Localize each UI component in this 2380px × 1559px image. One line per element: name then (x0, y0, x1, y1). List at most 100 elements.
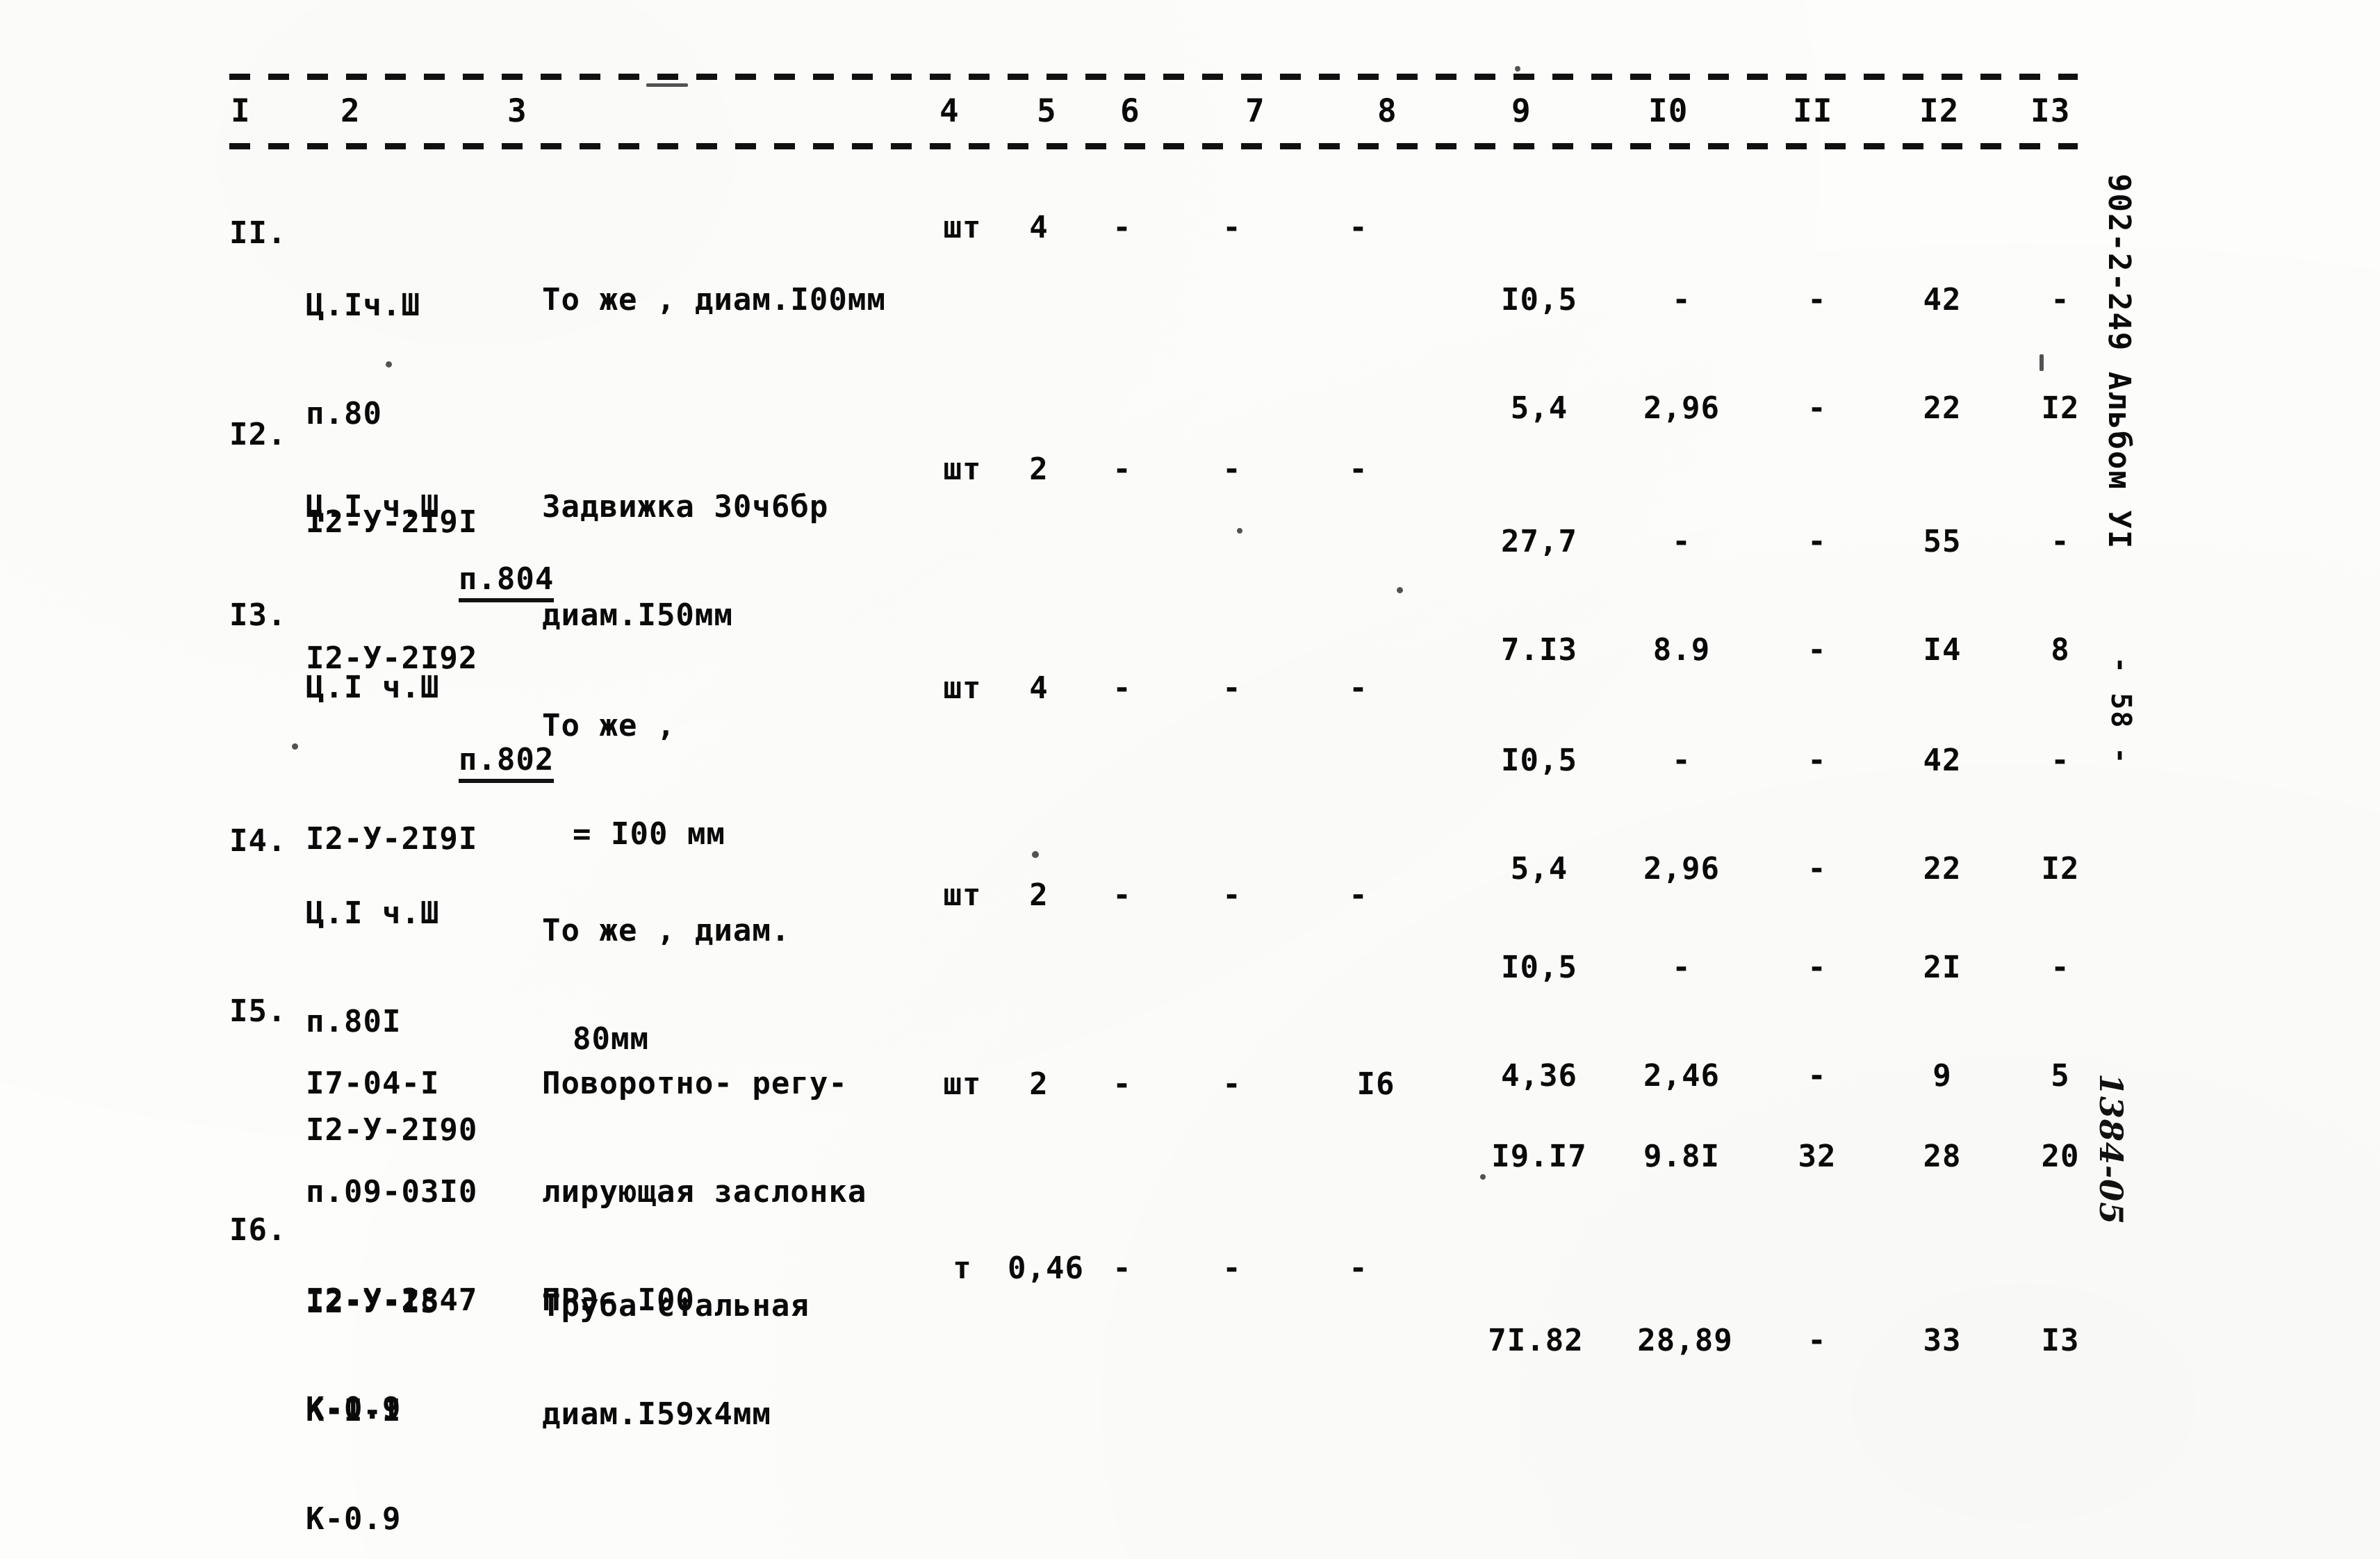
cell-col5: - (1113, 452, 1132, 487)
cell-col10: 28,89 (1616, 1251, 1755, 1503)
code-line: Ц.Iч.Ш (306, 288, 420, 323)
column-header-3: 3 (507, 92, 527, 129)
row-number: II. (229, 215, 287, 251)
code-line: I2-У-I5 (306, 1285, 440, 1320)
cell-col13-bottom: I2 (2041, 390, 2080, 426)
cell-col9-top: 27,7 (1501, 524, 1577, 559)
cell-col7: - (1349, 210, 1368, 245)
column-header-4: 4 (939, 92, 960, 129)
cell-col11-top: 32 (1798, 1139, 1837, 1174)
cell-col9-top: I0,5 (1501, 950, 1577, 985)
row-description: То же , диам.I00мм (542, 210, 886, 390)
cell-col13-top: I3 (2041, 1323, 2080, 1358)
cell-col11: - (1765, 1251, 1869, 1503)
cell-col11-bottom: - (1807, 632, 1827, 668)
header-rule-top (229, 74, 2078, 80)
cell-col10-bottom: 8.9 (1652, 632, 1711, 668)
row-unit: шт (943, 452, 982, 487)
cell-col7: - (1349, 452, 1368, 487)
row-code: I2-У-I5 К-I-I К-0.9 (306, 1212, 459, 1559)
code-line: п.804 (458, 561, 555, 602)
cell-col12-top: 28 (1923, 1139, 1962, 1174)
cell-col12-top: 42 (1923, 743, 1962, 778)
row-number: I3. (229, 597, 287, 633)
column-header-2: 2 (340, 92, 361, 129)
description-line: То же , диам.I00мм (542, 282, 886, 317)
cell-col9-top: 7I.82 (1488, 1323, 1584, 1358)
cell-col12-top: 2I (1923, 950, 1962, 985)
scanned-page: I 2 3 4 5 6 7 8 9 I0 II I2 I3 II. Ц.Iч.Ш… (0, 0, 2380, 1559)
code-line: п.802 (458, 742, 555, 783)
column-header-12: I2 (1919, 92, 1960, 129)
cell-col9: 7I.82 (1466, 1251, 1605, 1503)
cell-col10-top: 9.8I (1643, 1139, 1720, 1174)
cell-col11-top: - (1807, 282, 1827, 317)
cell-col10-bottom: 2,96 (1643, 390, 1720, 426)
margin-page-number: - 58 - (2105, 657, 2137, 766)
cell-col6: - (1222, 452, 1242, 487)
description-line: То же , диам. (542, 913, 791, 948)
handwritten-annotation: 1384-05 (2092, 1073, 2130, 1226)
column-header-8: 8 (1377, 92, 1397, 129)
code-line: К-0.9 (306, 1501, 402, 1537)
cell-col4: 2 (1029, 877, 1049, 913)
row-unit: шт (943, 877, 982, 913)
description-line: То же , (542, 708, 676, 743)
description-line: лирующая заслонка (542, 1174, 867, 1210)
code-line: I7-04-I (306, 1066, 440, 1101)
cell-col9-bottom: 7.I3 (1501, 632, 1577, 668)
row-number: I5. (229, 993, 287, 1029)
table-header: I 2 3 4 5 6 7 8 9 I0 II I2 I3 (229, 69, 2119, 153)
cell-col5: - (1113, 877, 1132, 913)
cell-col7: - (1349, 877, 1368, 913)
cell-col11-top: - (1807, 524, 1827, 559)
column-header-13: I3 (2030, 92, 2071, 129)
cell-col5: - (1113, 670, 1132, 706)
description-line: диам.I59х4мм (542, 1396, 771, 1432)
description-line: Задвижка 30ч6бр (542, 489, 829, 525)
cell-col5: - (1113, 1251, 1132, 1286)
cell-col13-top: - (2051, 282, 2070, 317)
column-header-1: I (231, 92, 251, 129)
column-header-11: II (1793, 92, 1833, 129)
cell-col7: - (1349, 670, 1368, 706)
description-line: диам.I50мм (542, 597, 733, 633)
cell-col13-bottom: 8 (2051, 632, 2070, 668)
code-line: п.09-03I0 (306, 1174, 478, 1210)
column-header-10: I0 (1648, 92, 1689, 129)
cell-col12: 33 (1890, 1251, 1994, 1503)
cell-col7: - (1349, 1251, 1368, 1286)
row-unit: шт (943, 670, 982, 706)
cell-col13-top: - (2051, 524, 2070, 559)
cell-col12-top: 33 (1923, 1323, 1962, 1358)
cell-col4: 4 (1029, 210, 1049, 245)
row-number: I4. (229, 823, 287, 859)
cell-col10-top: - (1672, 282, 1691, 317)
cell-col11-bottom: - (1807, 390, 1827, 426)
cell-col12-top: 55 (1923, 524, 1962, 559)
code-line: Ц.I ч.Ш (306, 896, 440, 931)
cell-col10-top: 28,89 (1637, 1323, 1733, 1358)
cell-col10-top: - (1672, 950, 1691, 985)
cell-col11-top: - (1807, 950, 1827, 985)
cell-col6: - (1222, 210, 1242, 245)
code-line: К-I-I (306, 1393, 402, 1428)
cell-col9-top: I0,5 (1501, 743, 1577, 778)
table-sheet: I 2 3 4 5 6 7 8 9 I0 II I2 I3 II. Ц.Iч.Ш… (229, 69, 2119, 1537)
row-number: I2. (229, 417, 287, 452)
cell-col6: - (1222, 670, 1242, 706)
cell-col5: - (1113, 1066, 1132, 1102)
cell-col12-bottom: 22 (1923, 390, 1962, 426)
cell-col4: 4 (1029, 670, 1049, 706)
cell-col9-top: I9.I7 (1491, 1139, 1587, 1174)
description-line: Труба стальная (542, 1288, 810, 1323)
row-number: I6. (229, 1212, 287, 1248)
cell-col4: 2 (1029, 1066, 1049, 1102)
cell-col10-top: - (1672, 743, 1691, 778)
cell-col4: 2 (1029, 452, 1049, 487)
cell-col12-bottom: I4 (1923, 632, 1962, 668)
header-rule-bottom (229, 143, 2078, 149)
cell-col8: I6 (1356, 1066, 1395, 1102)
cell-col13-top: - (2051, 950, 2070, 985)
cell-col13-top: - (2051, 743, 2070, 778)
